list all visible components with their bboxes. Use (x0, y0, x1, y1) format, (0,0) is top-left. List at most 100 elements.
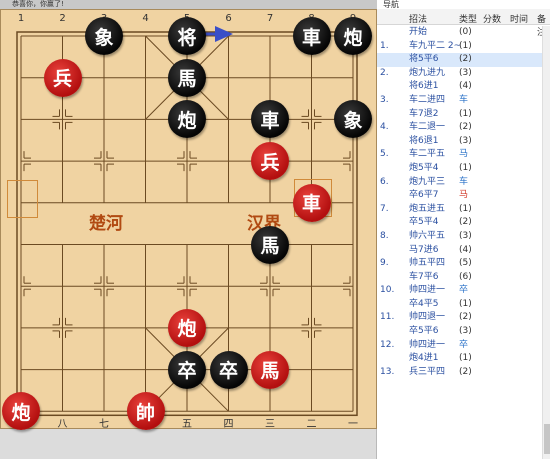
header-score[interactable]: 分数 (483, 12, 501, 25)
move-row[interactable]: 3. 车二进四 车 (377, 94, 542, 108)
move-row[interactable]: 马7进6 (4) (377, 244, 542, 258)
move-row[interactable]: 卒6平7 马 (377, 189, 542, 203)
move-row[interactable]: 8. 帅六平五 (3) (377, 230, 542, 244)
move-type: (3) (459, 67, 472, 78)
move-notation: 车九平二 2~ (409, 40, 462, 51)
header-type[interactable]: 类型 (459, 12, 477, 25)
move-type: 马 (459, 190, 469, 201)
file-number-bottom: 七 (99, 419, 109, 431)
red-piece[interactable]: 兵 (43, 58, 82, 97)
red-piece[interactable]: 馬 (251, 350, 289, 389)
move-row[interactable]: 13. 兵三平四 (2) (377, 366, 542, 380)
move-type: (5) (459, 258, 472, 269)
move-row[interactable]: 将5平6 (2) (377, 53, 542, 67)
move-type: (1) (459, 203, 472, 214)
move-type: (3) (459, 230, 472, 241)
move-row[interactable]: 7. 炮五进五 (1) (377, 203, 542, 217)
move-notation: 帅四退一 (409, 312, 446, 323)
move-navigator: 导航 招法 类型 分数 时间 备注 开始 (0) 1. 车九平二 2~ (1) 将5平6(… (377, 0, 550, 459)
header-time[interactable]: 时间 (510, 12, 528, 25)
move-type: (1) (459, 108, 472, 119)
move-row[interactable]: 卒5平6 (3) (377, 325, 542, 339)
move-row[interactable]: 炮5平4 (1) (377, 162, 542, 176)
move-notation: 开始 (409, 27, 428, 37)
header-moves[interactable]: 招法 (409, 12, 427, 25)
move-number: 7. (380, 203, 389, 214)
move-number: 8. (380, 230, 389, 241)
move-type: (3) (459, 326, 472, 337)
move-row[interactable]: 9. 帅五平四 (5) (377, 257, 542, 271)
move-row[interactable]: 5. 车二平五 马 (377, 148, 542, 162)
move-type: 车 (459, 176, 469, 187)
file-number-bottom: 一 (348, 419, 358, 431)
file-number-bottom: 八 (57, 419, 68, 431)
move-type: (2) (459, 54, 472, 65)
move-notation: 帅六平五 (409, 230, 446, 241)
black-piece[interactable]: 卒 (209, 350, 248, 389)
red-piece[interactable]: 兵 (251, 142, 289, 181)
move-type: (2) (459, 366, 472, 377)
black-piece[interactable]: 車 (292, 17, 331, 55)
file-number-top: 6 (225, 13, 232, 24)
move-row[interactable]: 10. 帅四进一 卒 (377, 284, 542, 298)
file-number-bottom: 三 (265, 419, 275, 431)
move-notation: 马7进6 (409, 244, 439, 255)
red-piece[interactable]: 車 (292, 183, 331, 222)
move-notation: 车7平6 (409, 271, 439, 282)
move-row[interactable]: 11. 帅四退一 (2) (377, 311, 542, 325)
xiangqi-board[interactable]: 楚河 汉界 123456789 九八七六五四三二一 象将車炮兵馬炮車象兵車馬炮卒… (0, 9, 377, 431)
move-notation: 炮五进五 (409, 203, 446, 214)
black-piece[interactable]: 卒 (168, 350, 206, 389)
move-notation: 车7退2 (409, 108, 439, 119)
navigator-title: 导航 (383, 0, 399, 9)
move-notation: 帅五平四 (409, 258, 446, 269)
move-row[interactable]: 将6进1 (4) (377, 80, 542, 94)
move-row[interactable]: 卒5平4 (2) (377, 216, 542, 230)
move-notation: 车二平五 (409, 149, 446, 160)
move-type: (4) (459, 244, 472, 255)
black-piece[interactable]: 馬 (168, 58, 206, 97)
move-notation: 炮4进1 (409, 353, 439, 364)
black-piece[interactable]: 将 (168, 17, 206, 55)
move-type: (0) (459, 27, 472, 37)
move-number: 10. (380, 285, 395, 296)
move-notation: 卒4平5 (409, 298, 439, 309)
black-piece[interactable]: 炮 (334, 17, 372, 55)
red-piece[interactable]: 帥 (126, 392, 165, 431)
move-number: 2. (380, 67, 389, 78)
move-number: 6. (380, 176, 389, 187)
move-row[interactable]: 6. 炮九平三 车 (377, 176, 542, 190)
move-row[interactable]: 车7退2 (1) (377, 108, 542, 122)
black-piece[interactable]: 馬 (251, 225, 289, 264)
move-type: 车 (459, 94, 469, 105)
move-notation: 车二进四 (409, 94, 446, 105)
file-number-bottom: 四 (223, 419, 234, 431)
red-piece[interactable]: 炮 (168, 308, 206, 347)
move-row[interactable]: 车7平6 (6) (377, 271, 542, 285)
move-notation: 卒5平4 (409, 217, 439, 228)
move-row[interactable]: 1. 车九平二 2~ (1) (377, 40, 542, 54)
black-piece[interactable]: 象 (85, 17, 123, 55)
move-type: (4) (459, 81, 472, 92)
move-number: 1. (380, 40, 389, 51)
move-notation: 炮5平4 (409, 162, 439, 173)
scrollbar-thumb[interactable] (544, 424, 550, 454)
move-row[interactable]: 4. 车二退一 (2) (377, 121, 542, 135)
move-type: (2) (459, 312, 472, 323)
move-list-header: 招法 类型 分数 时间 备注 (377, 9, 550, 38)
move-notation: 兵三平四 (409, 366, 446, 377)
move-row[interactable]: 12. 帅四进一 卒 (377, 339, 542, 353)
move-row[interactable]: 开始 (0) (377, 26, 542, 40)
move-row[interactable]: 卒4平5 (1) (377, 298, 542, 312)
move-list[interactable]: 开始 (0) 1. 车九平二 2~ (1) 将5平6 (2) 2. 炮九进九 (3) 将6进1 (4)… (377, 26, 542, 379)
move-row[interactable]: 2. 炮九进九 (3) (377, 67, 542, 81)
move-notation: 炮九进九 (409, 67, 446, 78)
move-list-scrollbar[interactable] (542, 26, 550, 459)
move-number: 4. (380, 122, 389, 133)
move-notation: 车二退一 (409, 122, 446, 133)
move-notation: 卒5平6 (409, 326, 439, 337)
move-row[interactable]: 炮4进1 (1) (377, 352, 542, 366)
move-type: (1) (459, 353, 472, 364)
move-type: 马 (459, 149, 469, 160)
move-row[interactable]: 将6退1 (3) (377, 135, 542, 149)
